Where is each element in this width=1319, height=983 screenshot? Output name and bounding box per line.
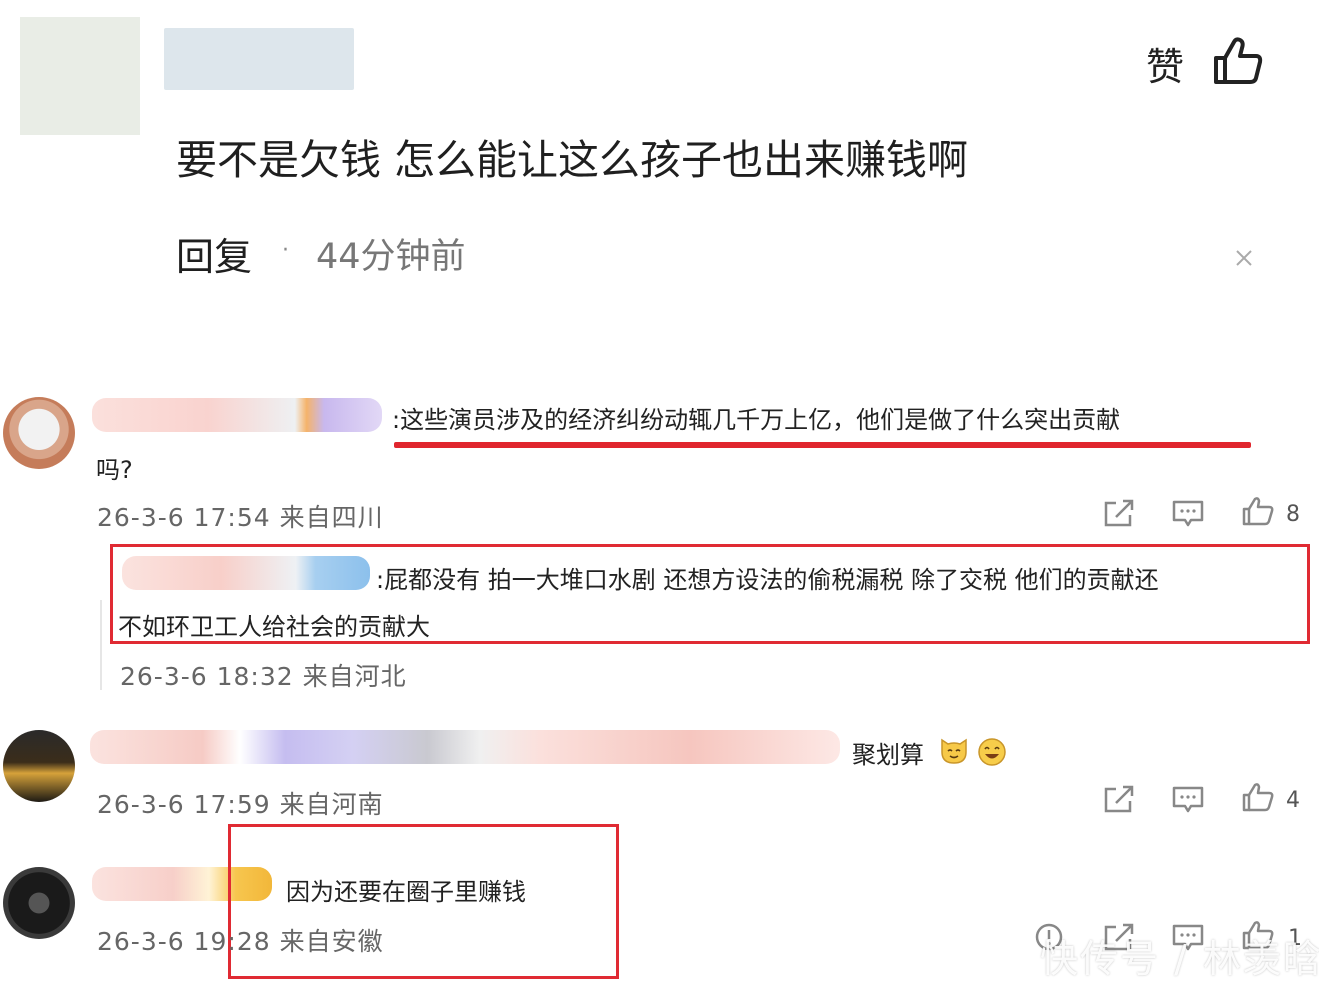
top-comment-text: 要不是欠钱 怎么能让这么孩子也出来赚钱啊 [176, 136, 969, 184]
like-icon[interactable] [1241, 782, 1275, 812]
avatar[interactable] [3, 397, 75, 469]
laughing-emoji-icon [978, 738, 1006, 766]
like-label[interactable]: 赞 [1146, 36, 1185, 91]
cat-emoji-icon [941, 738, 967, 764]
comment-icon[interactable] [1171, 498, 1205, 528]
reply-thread-line [100, 600, 102, 690]
separator-dot: · [282, 238, 289, 263]
highlight-underline [394, 442, 1251, 448]
reply-text-continued: 不如环卫工人给社会的贡献大 [118, 613, 430, 641]
comment-text: 聚划算 [852, 741, 924, 769]
reply-text: :屁都没有 拍一大堆口水剧 还想方设法的偷税漏税 除了交税 他们的贡献还 [376, 566, 1159, 594]
comment-meta: 26-3-6 17:54 来自四川 [97, 503, 384, 532]
like-count: 8 [1286, 502, 1300, 527]
comment-text: 因为还要在圈子里赚钱 [286, 878, 526, 906]
username-blurred[interactable] [92, 398, 382, 432]
username-blurred[interactable] [90, 730, 840, 764]
reply-meta: 26-3-6 18:32 来自河北 [120, 662, 407, 691]
comment-icon[interactable] [1171, 784, 1205, 814]
comment-text: :这些演员涉及的经济纠纷动辄几千万上亿，他们是做了什么突出贡献 [392, 406, 1121, 434]
watermark: 快传号 / 林羡晗 [1040, 937, 1319, 981]
reply-username-blurred[interactable] [122, 556, 370, 590]
share-icon[interactable] [1102, 498, 1136, 528]
comment-meta: 26-3-6 19:28 来自安徽 [97, 927, 384, 956]
comment-meta: 26-3-6 17:59 来自河南 [97, 790, 384, 819]
top-commenter-avatar[interactable] [20, 17, 140, 135]
close-icon[interactable] [1232, 246, 1256, 270]
comment-time: 44分钟前 [316, 237, 466, 277]
avatar[interactable] [3, 867, 75, 939]
reply-button[interactable]: 回复 [176, 226, 252, 281]
avatar[interactable] [3, 730, 75, 802]
share-icon[interactable] [1102, 784, 1136, 814]
thumbs-up-icon[interactable] [1212, 36, 1264, 86]
like-icon[interactable] [1241, 496, 1275, 526]
like-count: 4 [1286, 788, 1300, 813]
comment-text-continued: 吗? [96, 456, 133, 484]
top-commenter-name-blurred[interactable] [164, 28, 354, 90]
